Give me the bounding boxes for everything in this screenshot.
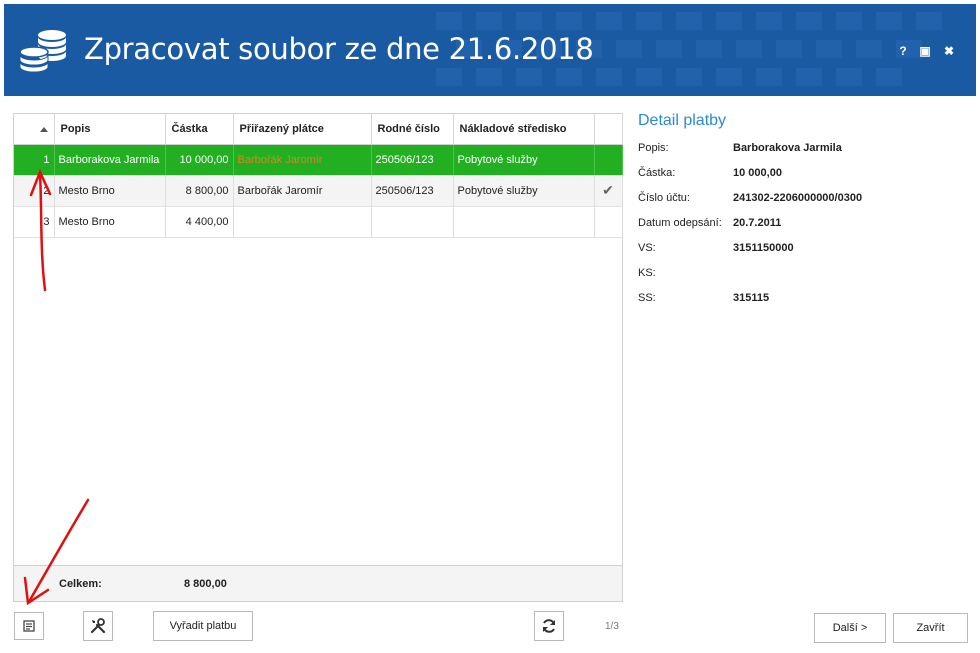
cell-platce: Barbořák Jaromír xyxy=(233,144,372,176)
row-number: 3 xyxy=(14,206,55,238)
detail-row-datum: Datum odepsání: 20.7.2011 xyxy=(638,217,968,242)
coins-icon xyxy=(19,30,66,73)
payments-grid[interactable]: Popis Částka Přiřazený plátce Rodné čísl… xyxy=(13,113,623,602)
cell-stredisko: Pobytové služby xyxy=(453,175,595,207)
table-row[interactable]: 1 Barborakova Jarmila 10 000,00 Barbořák… xyxy=(14,144,623,176)
detail-value: 20.7.2011 xyxy=(733,217,782,229)
column-header-popis[interactable]: Popis xyxy=(54,114,166,145)
sort-up-icon xyxy=(40,126,48,132)
detail-key: Datum odepsání: xyxy=(638,217,722,229)
detail-key: VS: xyxy=(638,242,656,254)
discard-payment-button[interactable]: Vyřadit platbu xyxy=(153,611,253,641)
detail-row-popis: Popis: Barborakova Jarmila xyxy=(638,142,968,167)
refresh-icon xyxy=(543,619,555,633)
detail-title: Detail platby xyxy=(638,112,727,129)
cell-popis: Mesto Brno xyxy=(54,175,166,207)
detail-row-ss: SS: 315115 xyxy=(638,292,968,317)
detail-row-castka: Částka: 10 000,00 xyxy=(638,167,968,192)
cell-status xyxy=(594,206,623,238)
cell-platce: Barbořák Jaromír xyxy=(233,175,372,207)
cell-rodne-cislo xyxy=(371,206,454,238)
detail-row-ks: KS: xyxy=(638,267,968,292)
refresh-button[interactable] xyxy=(534,611,564,641)
settings-tools-button[interactable] xyxy=(83,611,113,641)
close-button[interactable]: Zavřít xyxy=(893,613,968,643)
cell-stredisko xyxy=(453,206,595,238)
detail-value: 241302-2206000000/0300 xyxy=(733,192,863,204)
close-window-button[interactable]: ✖ xyxy=(942,44,956,58)
detail-key: SS: xyxy=(638,292,656,304)
maximize-button[interactable]: ▣ xyxy=(918,44,932,58)
cell-castka: 8 800,00 xyxy=(165,175,234,207)
next-button[interactable]: Další > xyxy=(814,613,886,643)
detail-key: Číslo účtu: xyxy=(638,192,690,204)
window-title: Zpracovat soubor ze dne 21.6.2018 xyxy=(84,32,594,66)
cell-popis: Mesto Brno xyxy=(54,206,166,238)
help-button[interactable]: ? xyxy=(896,44,910,58)
column-header-castka[interactable]: Částka xyxy=(165,114,234,145)
report-icon xyxy=(23,620,35,632)
cell-rodne-cislo: 250506/123 xyxy=(371,175,454,207)
summary-label: Celkem: xyxy=(59,578,102,590)
detail-key: Částka: xyxy=(638,167,676,179)
title-bar: Zpracovat soubor ze dne 21.6.2018 ? ▣ ✖ xyxy=(4,4,976,96)
cell-popis: Barborakova Jarmila xyxy=(54,144,166,176)
table-row[interactable]: 3 Mesto Brno 4 400,00 xyxy=(14,206,623,238)
table-row[interactable]: 2 Mesto Brno 8 800,00 Barbořák Jaromír 2… xyxy=(14,175,623,207)
report-button[interactable] xyxy=(14,612,44,640)
detail-key: Popis: xyxy=(638,142,669,154)
summary-value: 8 800,00 xyxy=(184,578,227,590)
cell-platce xyxy=(233,206,372,238)
cell-castka: 10 000,00 xyxy=(165,144,234,176)
column-header-stredisko[interactable]: Nákladové středisko xyxy=(453,114,595,145)
sort-column-header[interactable] xyxy=(14,114,55,145)
detail-value: Barborakova Jarmila xyxy=(733,142,842,154)
payment-detail-panel: Detail platby Popis: Barborakova Jarmila… xyxy=(638,112,968,317)
detail-value: 10 000,00 xyxy=(733,167,782,179)
pager-text: 1/3 xyxy=(605,621,619,632)
grid-summary-row: Celkem: 8 800,00 xyxy=(14,565,622,601)
column-header-platce[interactable]: Přiřazený plátce xyxy=(233,114,372,145)
detail-key: KS: xyxy=(638,267,656,279)
cell-rodne-cislo: 250506/123 xyxy=(371,144,454,176)
row-number: 1 xyxy=(14,144,55,176)
column-header-status[interactable] xyxy=(594,114,623,145)
cell-castka: 4 400,00 xyxy=(165,206,234,238)
detail-value: 315115 xyxy=(733,292,770,304)
detail-row-vs: VS: 3151150000 xyxy=(638,242,968,267)
row-number: 2 xyxy=(14,175,55,207)
tools-icon xyxy=(90,618,106,634)
table-header: Popis Částka Přiřazený plátce Rodné čísl… xyxy=(14,114,623,145)
column-header-rodne-cislo[interactable]: Rodné číslo xyxy=(371,114,454,145)
cell-status xyxy=(594,144,623,176)
detail-value: 3151150000 xyxy=(733,242,794,254)
detail-row-cislo-uctu: Číslo účtu: 241302-2206000000/0300 xyxy=(638,192,968,217)
payments-table: Popis Částka Přiřazený plátce Rodné čísl… xyxy=(14,114,623,238)
cell-stredisko: Pobytové služby xyxy=(453,144,595,176)
checkmark-icon: ✔ xyxy=(594,175,623,207)
